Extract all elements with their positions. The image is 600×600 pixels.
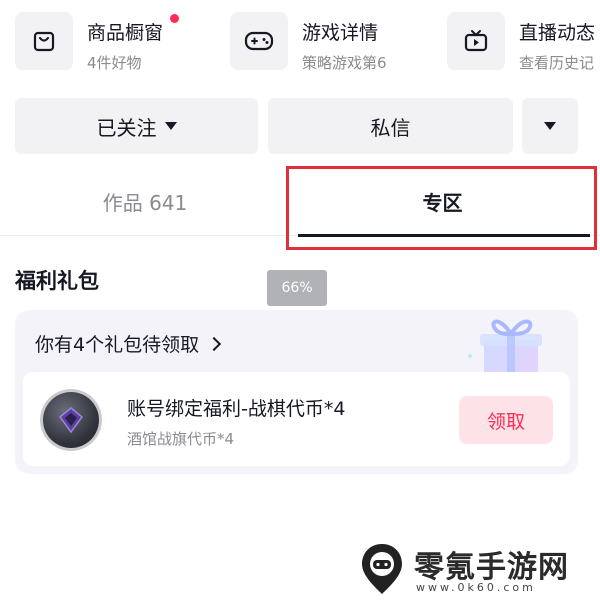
tab-works-label: 作品 641 bbox=[102, 190, 188, 215]
storefront-icon bbox=[15, 12, 73, 70]
watermark-logo-icon bbox=[362, 544, 402, 594]
notification-dot bbox=[170, 14, 179, 23]
gift-pack-item: 账号绑定福利-战棋代币*4 酒馆战旗代币*4 领取 bbox=[23, 372, 570, 466]
followed-button[interactable]: 已关注 bbox=[15, 98, 258, 154]
feature-subtitle: 策略游戏第6 bbox=[302, 54, 387, 72]
followed-label: 已关注 bbox=[96, 115, 157, 140]
more-options-button[interactable] bbox=[522, 98, 578, 154]
tab-works[interactable]: 作品 641 bbox=[0, 166, 290, 236]
feature-live[interactable]: 直播动态 查看历史记 bbox=[447, 8, 600, 72]
zoom-level-badge: 66% bbox=[267, 270, 327, 306]
annotation-highlight-box bbox=[286, 166, 597, 250]
caret-down-icon bbox=[544, 122, 556, 130]
gift-pack-avatar bbox=[43, 392, 99, 448]
caret-down-icon bbox=[164, 122, 177, 130]
feature-title: 游戏详情 bbox=[302, 22, 379, 44]
profile-actions: 已关注 私信 bbox=[0, 98, 600, 154]
feature-storefront[interactable]: 商品橱窗 4件好物 bbox=[15, 8, 215, 72]
site-watermark: 零氪手游网 www.0k60.com bbox=[360, 538, 600, 600]
gift-pack-title: 账号绑定福利-战棋代币*4 bbox=[127, 398, 346, 420]
feature-row: 商品橱窗 4件好物 游戏详情 策略游戏第6 直播动态 查看历史记 bbox=[0, 0, 600, 84]
section-title: 福利礼包 bbox=[15, 269, 99, 293]
feature-title: 商品橱窗 bbox=[87, 22, 164, 44]
watermark-name: 零氪手游网 bbox=[414, 550, 569, 585]
gift-pack-header-label: 你有4个礼包待领取 bbox=[35, 334, 200, 356]
gift-pack-card: 你有4个礼包待领取 账号绑定福利-战棋代币*4 酒馆战旗代币*4 领取 bbox=[15, 310, 578, 474]
feature-subtitle: 查看历史记 bbox=[519, 54, 595, 72]
feature-game-detail[interactable]: 游戏详情 策略游戏第6 bbox=[230, 8, 430, 72]
gamepad-icon bbox=[230, 12, 288, 70]
tv-icon bbox=[447, 12, 505, 70]
watermark-url: www.0k60.com bbox=[416, 581, 536, 594]
feature-subtitle: 4件好物 bbox=[87, 54, 142, 72]
gift-pack-link[interactable]: 你有4个礼包待领取 bbox=[35, 330, 222, 357]
message-label: 私信 bbox=[370, 115, 411, 140]
message-button[interactable]: 私信 bbox=[268, 98, 513, 154]
claim-button[interactable]: 领取 bbox=[459, 396, 553, 444]
feature-title: 直播动态 bbox=[519, 22, 596, 44]
chevron-right-icon bbox=[207, 336, 222, 351]
gift-pack-subtitle: 酒馆战旗代币*4 bbox=[127, 430, 235, 448]
